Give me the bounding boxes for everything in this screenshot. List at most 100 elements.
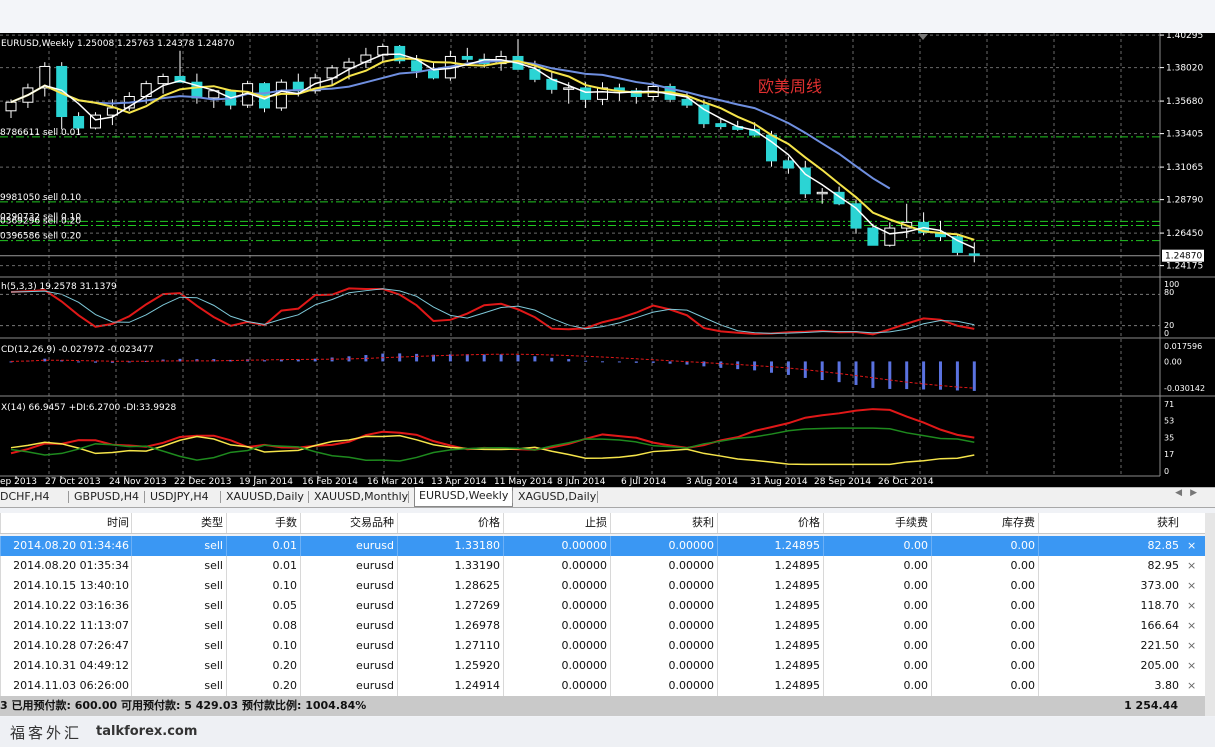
tab-dchf-h4[interactable]: DCHF,H4: [0, 488, 50, 506]
table-row[interactable]: 2014.11.03 06:26:00 sell 0.20 eurusd 1.24914…: [0, 676, 1205, 697]
close-order-icon[interactable]: ×: [1187, 576, 1196, 596]
column-divider: [397, 656, 398, 676]
table-cell: 0.00000: [668, 639, 715, 652]
column-divider: [131, 636, 132, 656]
tab-xauusd-daily[interactable]: XAUUSD,Daily: [226, 488, 304, 506]
column-divider: [0, 656, 1, 676]
tab-xagusd-daily[interactable]: XAGUSD,Daily: [518, 488, 596, 506]
table-cell: 0.00: [903, 559, 929, 572]
table-cell: sell: [204, 599, 223, 612]
tab-separator: [308, 491, 309, 503]
tab-scroll-arrows[interactable]: ◀▶: [1175, 488, 1205, 498]
table-cell: 0.00: [903, 679, 929, 692]
symbol-tabs: DCHF,H4 GBPUSD,H4 USDJPY,H4 XAUUSD,Daily XAU…: [0, 487, 1215, 508]
table-cell: 0.00: [903, 539, 929, 552]
table-cell: 0.00: [903, 639, 929, 652]
candle-body: [428, 70, 439, 79]
table-cell: 0.00: [1010, 659, 1036, 672]
column-divider: [397, 636, 398, 656]
column-divider: [1038, 536, 1039, 556]
table-cell: 0.10: [272, 579, 298, 592]
chart-window[interactable]: 8786611 sell 0.01 9981050 sell 0.10 029073…: [0, 31, 1215, 487]
column-divider: [131, 536, 132, 556]
table-row[interactable]: 2014.08.20 01:35:34 sell 0.01 eurusd 1.33190…: [0, 556, 1205, 577]
table-cell: 0.00: [903, 599, 929, 612]
column-divider: [131, 676, 132, 696]
table-row[interactable]: 2014.08.20 01:34:46 sell 0.01 eurusd 1.33180…: [0, 536, 1205, 557]
column-divider: [226, 596, 227, 616]
column-divider: [610, 636, 611, 656]
column-divider: [300, 556, 301, 576]
table-cell: 1.26978: [454, 619, 501, 632]
column-divider: [823, 596, 824, 616]
column-divider: [226, 536, 227, 556]
candle-body: [968, 253, 980, 256]
column-divider: [717, 656, 718, 676]
macd-bar: [499, 354, 503, 362]
talkforex-logo: 福客外汇: [10, 724, 83, 742]
column-header: 手数: [275, 516, 297, 529]
chart-canvas[interactable]: 8786611 sell 0.019981050 sell 0.10029073…: [0, 31, 1215, 487]
table-row[interactable]: 2014.10.15 13:40:10 sell 0.10 eurusd 1.28625…: [0, 576, 1205, 597]
tab-usdjpy-h4[interactable]: USDJPY,H4: [150, 488, 209, 506]
table-row[interactable]: 2014.10.28 07:26:47 sell 0.10 eurusd 1.27110…: [0, 636, 1205, 657]
table-cell: eurusd: [356, 599, 394, 612]
close-order-icon[interactable]: ×: [1187, 536, 1196, 556]
macd-bar: [482, 354, 486, 362]
column-divider: [226, 636, 227, 656]
tab-eurusd-weekly[interactable]: EURUSD,Weekly: [414, 487, 514, 507]
macd-bar: [415, 353, 419, 362]
table-row[interactable]: 2014.10.22 11:13:07 sell 0.08 eurusd 1.26978…: [0, 616, 1205, 637]
price-label: 1.28790: [1166, 196, 1203, 206]
table-cell: 1.33190: [454, 559, 501, 572]
date-label: 16 Mar 2014: [367, 477, 424, 487]
current-price-label: 1.24870: [1165, 252, 1202, 262]
column-divider: [610, 536, 611, 556]
stoch-main-line: [10, 287, 975, 336]
column-divider: [1038, 596, 1039, 616]
macd-bar: [719, 361, 723, 368]
column-divider: [397, 596, 398, 616]
column-divider: [226, 676, 227, 696]
close-order-icon[interactable]: ×: [1187, 656, 1196, 676]
date-label: 19 Jan 2014: [239, 477, 293, 487]
close-order-icon[interactable]: ×: [1187, 636, 1196, 656]
table-cell: sell: [204, 579, 223, 592]
table-cell: 82.85: [1147, 539, 1180, 552]
table-row[interactable]: 2014.10.22 03:16:36 sell 0.05 eurusd 1.27269…: [0, 596, 1205, 617]
table-cell: 0.00: [1010, 619, 1036, 632]
column-divider: [503, 576, 504, 596]
tab-separator: [597, 491, 598, 503]
adx-level-label: 71: [1164, 400, 1174, 409]
table-header[interactable]: 时间 类型 手数 交易品种 价格 止损 获利 价格 手续费 库存费 获利: [0, 513, 1205, 534]
toolbar-area: [0, 0, 1215, 33]
table-cell: sell: [204, 639, 223, 652]
column-divider: [610, 596, 611, 616]
tab-gbpusd-h4[interactable]: GBPUSD,H4: [74, 488, 139, 506]
column-divider: [131, 656, 132, 676]
column-divider: [717, 556, 718, 576]
close-order-icon[interactable]: ×: [1187, 596, 1196, 616]
table-cell: 2014.08.20 01:34:46: [13, 539, 129, 552]
column-divider: [131, 556, 132, 576]
close-order-icon[interactable]: ×: [1187, 556, 1196, 576]
table-scrollbar[interactable]: [1205, 513, 1215, 716]
column-divider: [0, 636, 1, 656]
stoch-label: h(5,3,3) 19.2578 31.1379: [1, 282, 117, 292]
candle-body: [867, 227, 879, 246]
table-cell: 1.25920: [454, 659, 501, 672]
column-divider: [0, 513, 1, 533]
close-order-icon[interactable]: ×: [1187, 616, 1196, 636]
column-divider: [717, 616, 718, 636]
macd-signal-line: [10, 353, 975, 389]
column-divider: [503, 636, 504, 656]
table-cell: 0.00000: [561, 579, 608, 592]
tab-xauusd-monthly[interactable]: XAUUSD,Monthly: [314, 488, 408, 506]
table-row[interactable]: 2014.10.31 04:49:12 sell 0.20 eurusd 1.25920…: [0, 656, 1205, 677]
candle-body: [563, 87, 575, 90]
column-divider: [226, 513, 227, 533]
date-label: 3 Aug 2014: [686, 477, 738, 487]
macd-bar: [905, 361, 909, 390]
close-order-icon[interactable]: ×: [1187, 676, 1196, 696]
column-header: 止损: [585, 516, 607, 529]
